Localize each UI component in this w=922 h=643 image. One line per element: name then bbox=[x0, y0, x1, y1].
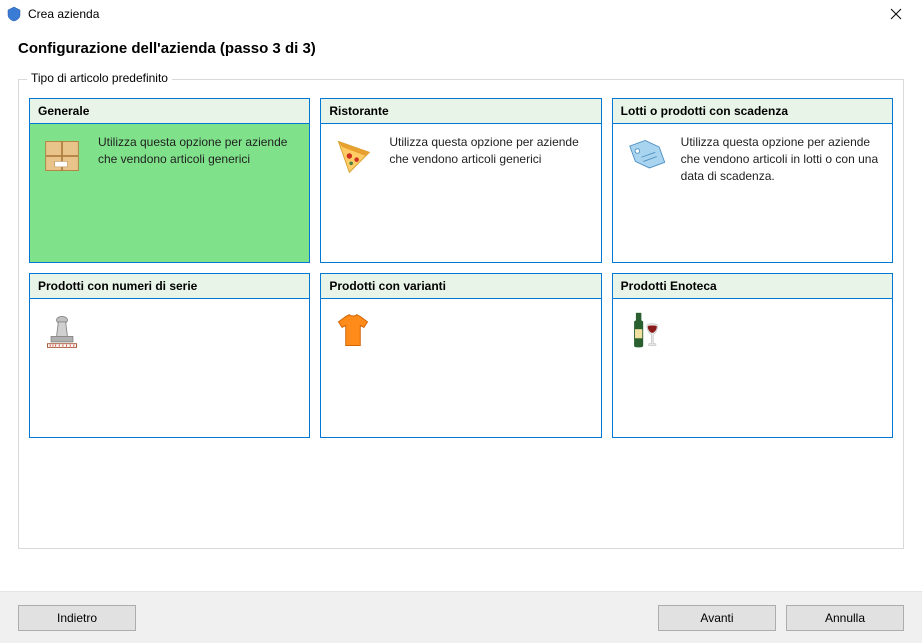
back-button[interactable]: Indietro bbox=[18, 605, 136, 631]
article-type-group: Tipo di articolo predefinito Generale Ut… bbox=[18, 79, 904, 549]
window-title: Crea azienda bbox=[28, 7, 99, 21]
app-icon bbox=[6, 6, 22, 22]
stamp-icon bbox=[40, 309, 84, 353]
card-body bbox=[321, 299, 600, 437]
wine-icon bbox=[623, 309, 667, 353]
cancel-button[interactable]: Annulla bbox=[786, 605, 904, 631]
card-generale[interactable]: Generale Utilizza questa opzione per azi… bbox=[29, 98, 310, 263]
card-desc: Utilizza questa opzione per aziende che … bbox=[681, 134, 882, 184]
card-title: Prodotti con varianti bbox=[321, 274, 600, 299]
card-title: Lotti o prodotti con scadenza bbox=[613, 99, 892, 124]
tshirt-icon bbox=[331, 309, 375, 353]
close-button[interactable] bbox=[878, 2, 914, 26]
card-title: Ristorante bbox=[321, 99, 600, 124]
card-title: Generale bbox=[30, 99, 309, 124]
card-grid: Generale Utilizza questa opzione per azi… bbox=[29, 98, 893, 438]
card-seriali[interactable]: Prodotti con numeri di serie bbox=[29, 273, 310, 438]
tag-icon bbox=[623, 134, 667, 178]
card-title: Prodotti Enoteca bbox=[613, 274, 892, 299]
card-desc: Utilizza questa opzione per aziende che … bbox=[98, 134, 299, 168]
card-enoteca[interactable]: Prodotti Enoteca bbox=[612, 273, 893, 438]
card-lotti[interactable]: Lotti o prodotti con scadenza Utilizza q… bbox=[612, 98, 893, 263]
titlebar-left: Crea azienda bbox=[6, 6, 99, 22]
box-icon bbox=[40, 134, 84, 178]
page-header: Configurazione dell'azienda (passo 3 di … bbox=[0, 28, 922, 71]
card-ristorante[interactable]: Ristorante Utilizza questa opzione per a… bbox=[320, 98, 601, 263]
pizza-icon bbox=[331, 134, 375, 178]
titlebar: Crea azienda bbox=[0, 0, 922, 28]
footer-right: Avanti Annulla bbox=[658, 605, 904, 631]
card-body: Utilizza questa opzione per aziende che … bbox=[321, 124, 600, 262]
page-title: Configurazione dell'azienda (passo 3 di … bbox=[18, 40, 904, 57]
card-varianti[interactable]: Prodotti con varianti bbox=[320, 273, 601, 438]
card-body bbox=[30, 299, 309, 437]
next-button[interactable]: Avanti bbox=[658, 605, 776, 631]
card-body: Utilizza questa opzione per aziende che … bbox=[30, 124, 309, 262]
group-legend: Tipo di articolo predefinito bbox=[27, 71, 172, 85]
card-desc: Utilizza questa opzione per aziende che … bbox=[389, 134, 590, 168]
card-title: Prodotti con numeri di serie bbox=[30, 274, 309, 299]
card-body: Utilizza questa opzione per aziende che … bbox=[613, 124, 892, 262]
footer-bar: Indietro Avanti Annulla bbox=[0, 591, 922, 643]
card-body bbox=[613, 299, 892, 437]
